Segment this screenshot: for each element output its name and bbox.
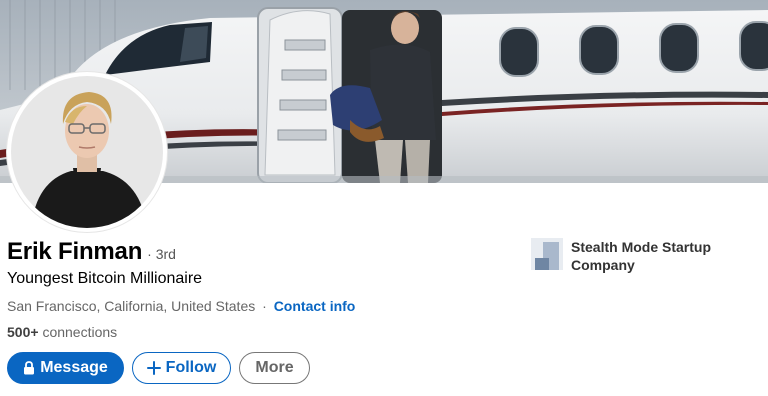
profile-name: Erik Finman [7,238,143,265]
current-company[interactable]: Stealth Mode Startup Company [531,238,731,274]
profile-headline: Youngest Bitcoin Millionaire [7,270,203,287]
connections-row: 500+ connections [7,324,117,340]
profile-photo [11,76,163,228]
profile-location: San Francisco, California, United States [7,298,256,314]
more-button-label: More [255,359,294,376]
contact-info-link[interactable]: Contact info [274,298,356,314]
profile-actions: Message Follow More [7,352,310,384]
profile-card: Erik Finman · 3rd Youngest Bitcoin Milli… [0,0,768,396]
plus-icon [146,361,161,375]
lock-icon [23,361,35,375]
location-separator: · [262,298,267,314]
message-button[interactable]: Message [7,352,124,384]
more-button[interactable]: More [239,352,310,384]
location-row: San Francisco, California, United States… [7,298,355,314]
connections-label: connections [42,324,118,340]
message-button-label: Message [40,359,108,376]
name-row: Erik Finman · 3rd [7,238,176,266]
follow-button-label: Follow [165,359,217,376]
follow-button[interactable]: Follow [132,352,231,384]
company-logo-icon [531,238,563,270]
connection-degree: · 3rd [147,246,176,262]
connections-count: 500+ [7,324,39,340]
profile-avatar[interactable] [7,72,167,232]
company-name: Stealth Mode Startup Company [571,239,712,273]
